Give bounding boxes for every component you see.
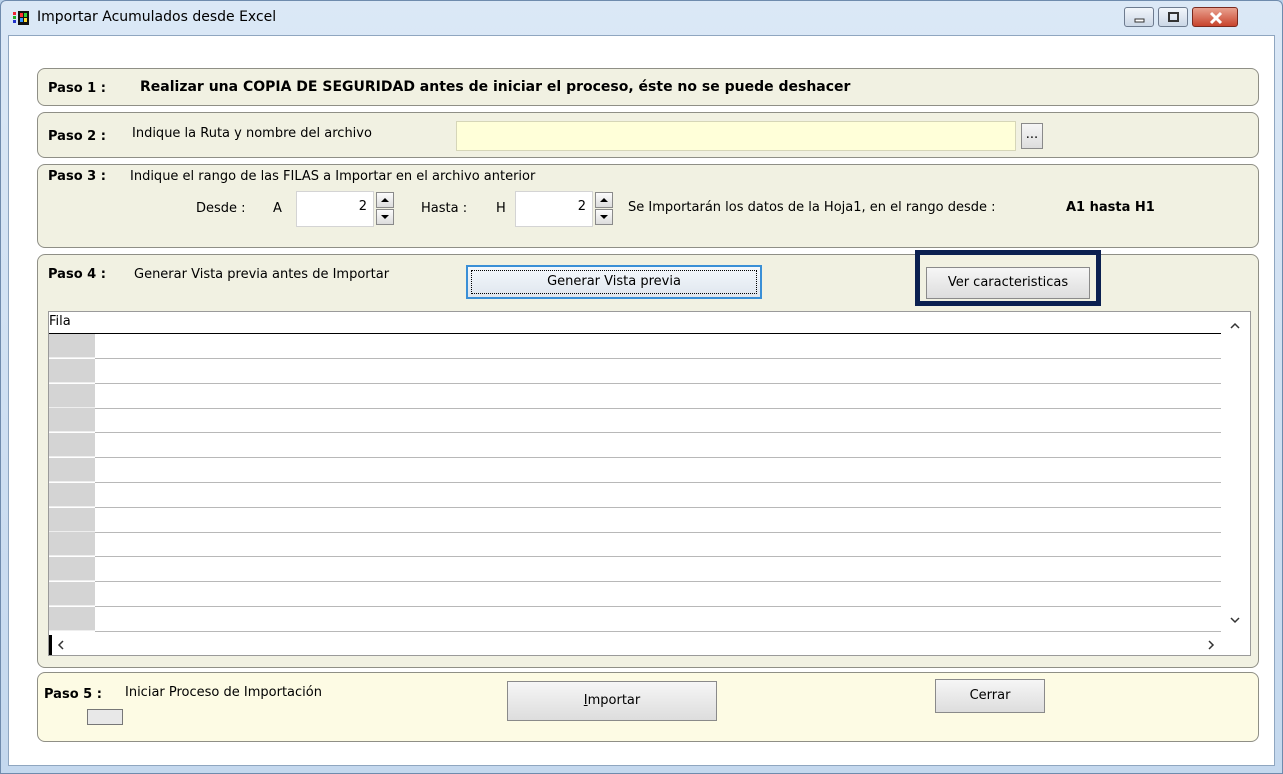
scroll-right-icon[interactable] xyxy=(1208,640,1215,650)
paso4-text: Generar Vista previa antes de Importar xyxy=(134,267,390,282)
row-indicator xyxy=(49,635,52,655)
minimize-icon xyxy=(1134,18,1145,23)
scroll-down-icon[interactable] xyxy=(1230,617,1240,624)
window-title: Importar Acumulados desde Excel xyxy=(37,9,277,25)
view-features-button[interactable]: Ver caracteristicas xyxy=(926,267,1090,299)
grid-row-header[interactable] xyxy=(49,383,95,408)
table-row[interactable] xyxy=(95,630,1221,632)
range-value: A1 hasta H1 xyxy=(1066,200,1155,215)
scroll-up-icon[interactable] xyxy=(1230,322,1240,329)
close-button[interactable] xyxy=(1192,7,1238,27)
desde-spinner[interactable]: 2 xyxy=(296,191,396,227)
vertical-scrollbar[interactable] xyxy=(1221,312,1250,635)
focus-rect xyxy=(471,270,757,294)
arrow-up-icon xyxy=(600,198,608,202)
preview-grid[interactable]: Fila xyxy=(48,311,1251,656)
paso2-label: Paso 2 : xyxy=(48,129,106,144)
paso1-group: Paso 1 : Realizar una COPIA DE SEGURIDAD… xyxy=(37,68,1259,106)
form-client-area: Paso 1 : Realizar una COPIA DE SEGURIDAD… xyxy=(8,35,1275,766)
paso3-label: Paso 3 : xyxy=(48,169,106,184)
range-description: Se Importarán los datos de la Hoja1, en … xyxy=(628,200,996,215)
desde-down-button[interactable] xyxy=(376,209,394,225)
grid-row-header[interactable] xyxy=(49,606,95,631)
hasta-column: H xyxy=(496,201,506,216)
hasta-spinner[interactable]: 2 xyxy=(515,191,615,227)
generate-preview-button[interactable]: Generar Vista previa xyxy=(466,265,762,299)
paso3-group: Paso 3 : Indique el rango de las FILAS a… xyxy=(37,164,1259,248)
paso5-group: Paso 5 : Iniciar Proceso de Importación … xyxy=(37,672,1259,742)
paso2-text: Indique la Ruta y nombre del archivo xyxy=(132,126,372,141)
grid-row-header[interactable] xyxy=(49,408,95,433)
paso3-text: Indique el rango de las FILAS a Importar… xyxy=(130,169,536,184)
app-window: Importar Acumulados desde Excel Paso 1 :… xyxy=(0,0,1283,774)
grid-row-header[interactable] xyxy=(49,507,95,532)
paso1-label: Paso 1 : xyxy=(48,81,106,96)
import-label: mportar xyxy=(587,693,641,708)
restore-icon xyxy=(1168,12,1179,22)
close-form-button[interactable]: Cerrar xyxy=(935,679,1045,713)
hasta-up-button[interactable] xyxy=(595,192,613,208)
file-path-input[interactable] xyxy=(456,121,1016,151)
maximize-button[interactable] xyxy=(1158,7,1188,27)
desde-value[interactable]: 2 xyxy=(296,191,374,227)
grid-row-header[interactable] xyxy=(49,458,95,482)
table-row[interactable] xyxy=(95,382,1221,384)
desde-label: Desde : xyxy=(196,201,246,216)
desde-up-button[interactable] xyxy=(376,192,394,208)
paso1-warning-text: Realizar una COPIA DE SEGURIDAD antes de… xyxy=(140,79,851,95)
grid-row-header[interactable] xyxy=(49,334,95,358)
grid-row-header[interactable] xyxy=(49,433,95,458)
table-row[interactable] xyxy=(95,581,1221,583)
minimize-button[interactable] xyxy=(1124,7,1154,27)
grid-row-header[interactable] xyxy=(49,358,95,383)
arrow-down-icon xyxy=(381,215,389,219)
grid-row-header[interactable] xyxy=(49,557,95,582)
paso5-text: Iniciar Proceso de Importación xyxy=(125,685,322,700)
table-row[interactable] xyxy=(95,606,1221,607)
arrow-up-icon xyxy=(381,198,389,202)
grid-row-header[interactable] xyxy=(49,482,95,507)
browse-button[interactable]: ... xyxy=(1021,123,1043,149)
horizontal-scrollbar[interactable] xyxy=(49,635,1250,655)
scroll-left-icon[interactable] xyxy=(57,640,64,650)
app-icon xyxy=(13,10,31,26)
progress-indicator xyxy=(87,709,123,725)
table-row[interactable] xyxy=(95,358,1221,359)
title-bar[interactable]: Importar Acumulados desde Excel xyxy=(1,1,1282,35)
desde-column: A xyxy=(273,201,282,216)
table-row[interactable] xyxy=(95,432,1221,434)
close-icon xyxy=(1209,11,1223,25)
paso4-label: Paso 4 : xyxy=(48,267,106,282)
table-row[interactable] xyxy=(95,556,1221,558)
import-button[interactable]: Importar xyxy=(507,681,717,721)
paso2-group: Paso 2 : Indique la Ruta y nombre del ar… xyxy=(37,112,1259,158)
table-row[interactable] xyxy=(95,457,1221,459)
grid-column-fila: Fila xyxy=(49,314,71,329)
hasta-value[interactable]: 2 xyxy=(515,191,593,227)
grid-header: Fila xyxy=(49,312,1221,334)
hasta-down-button[interactable] xyxy=(595,209,613,225)
table-row[interactable] xyxy=(95,407,1221,409)
paso4-group: Paso 4 : Generar Vista previa antes de I… xyxy=(37,250,1259,668)
table-row[interactable] xyxy=(95,531,1221,533)
arrow-down-icon xyxy=(600,215,608,219)
hasta-label: Hasta : xyxy=(421,201,468,216)
paso5-label: Paso 5 : xyxy=(44,687,102,702)
table-row[interactable] xyxy=(95,482,1221,483)
table-row[interactable] xyxy=(95,506,1221,508)
grid-row-header[interactable] xyxy=(49,532,95,557)
grid-row-header[interactable] xyxy=(49,582,95,606)
